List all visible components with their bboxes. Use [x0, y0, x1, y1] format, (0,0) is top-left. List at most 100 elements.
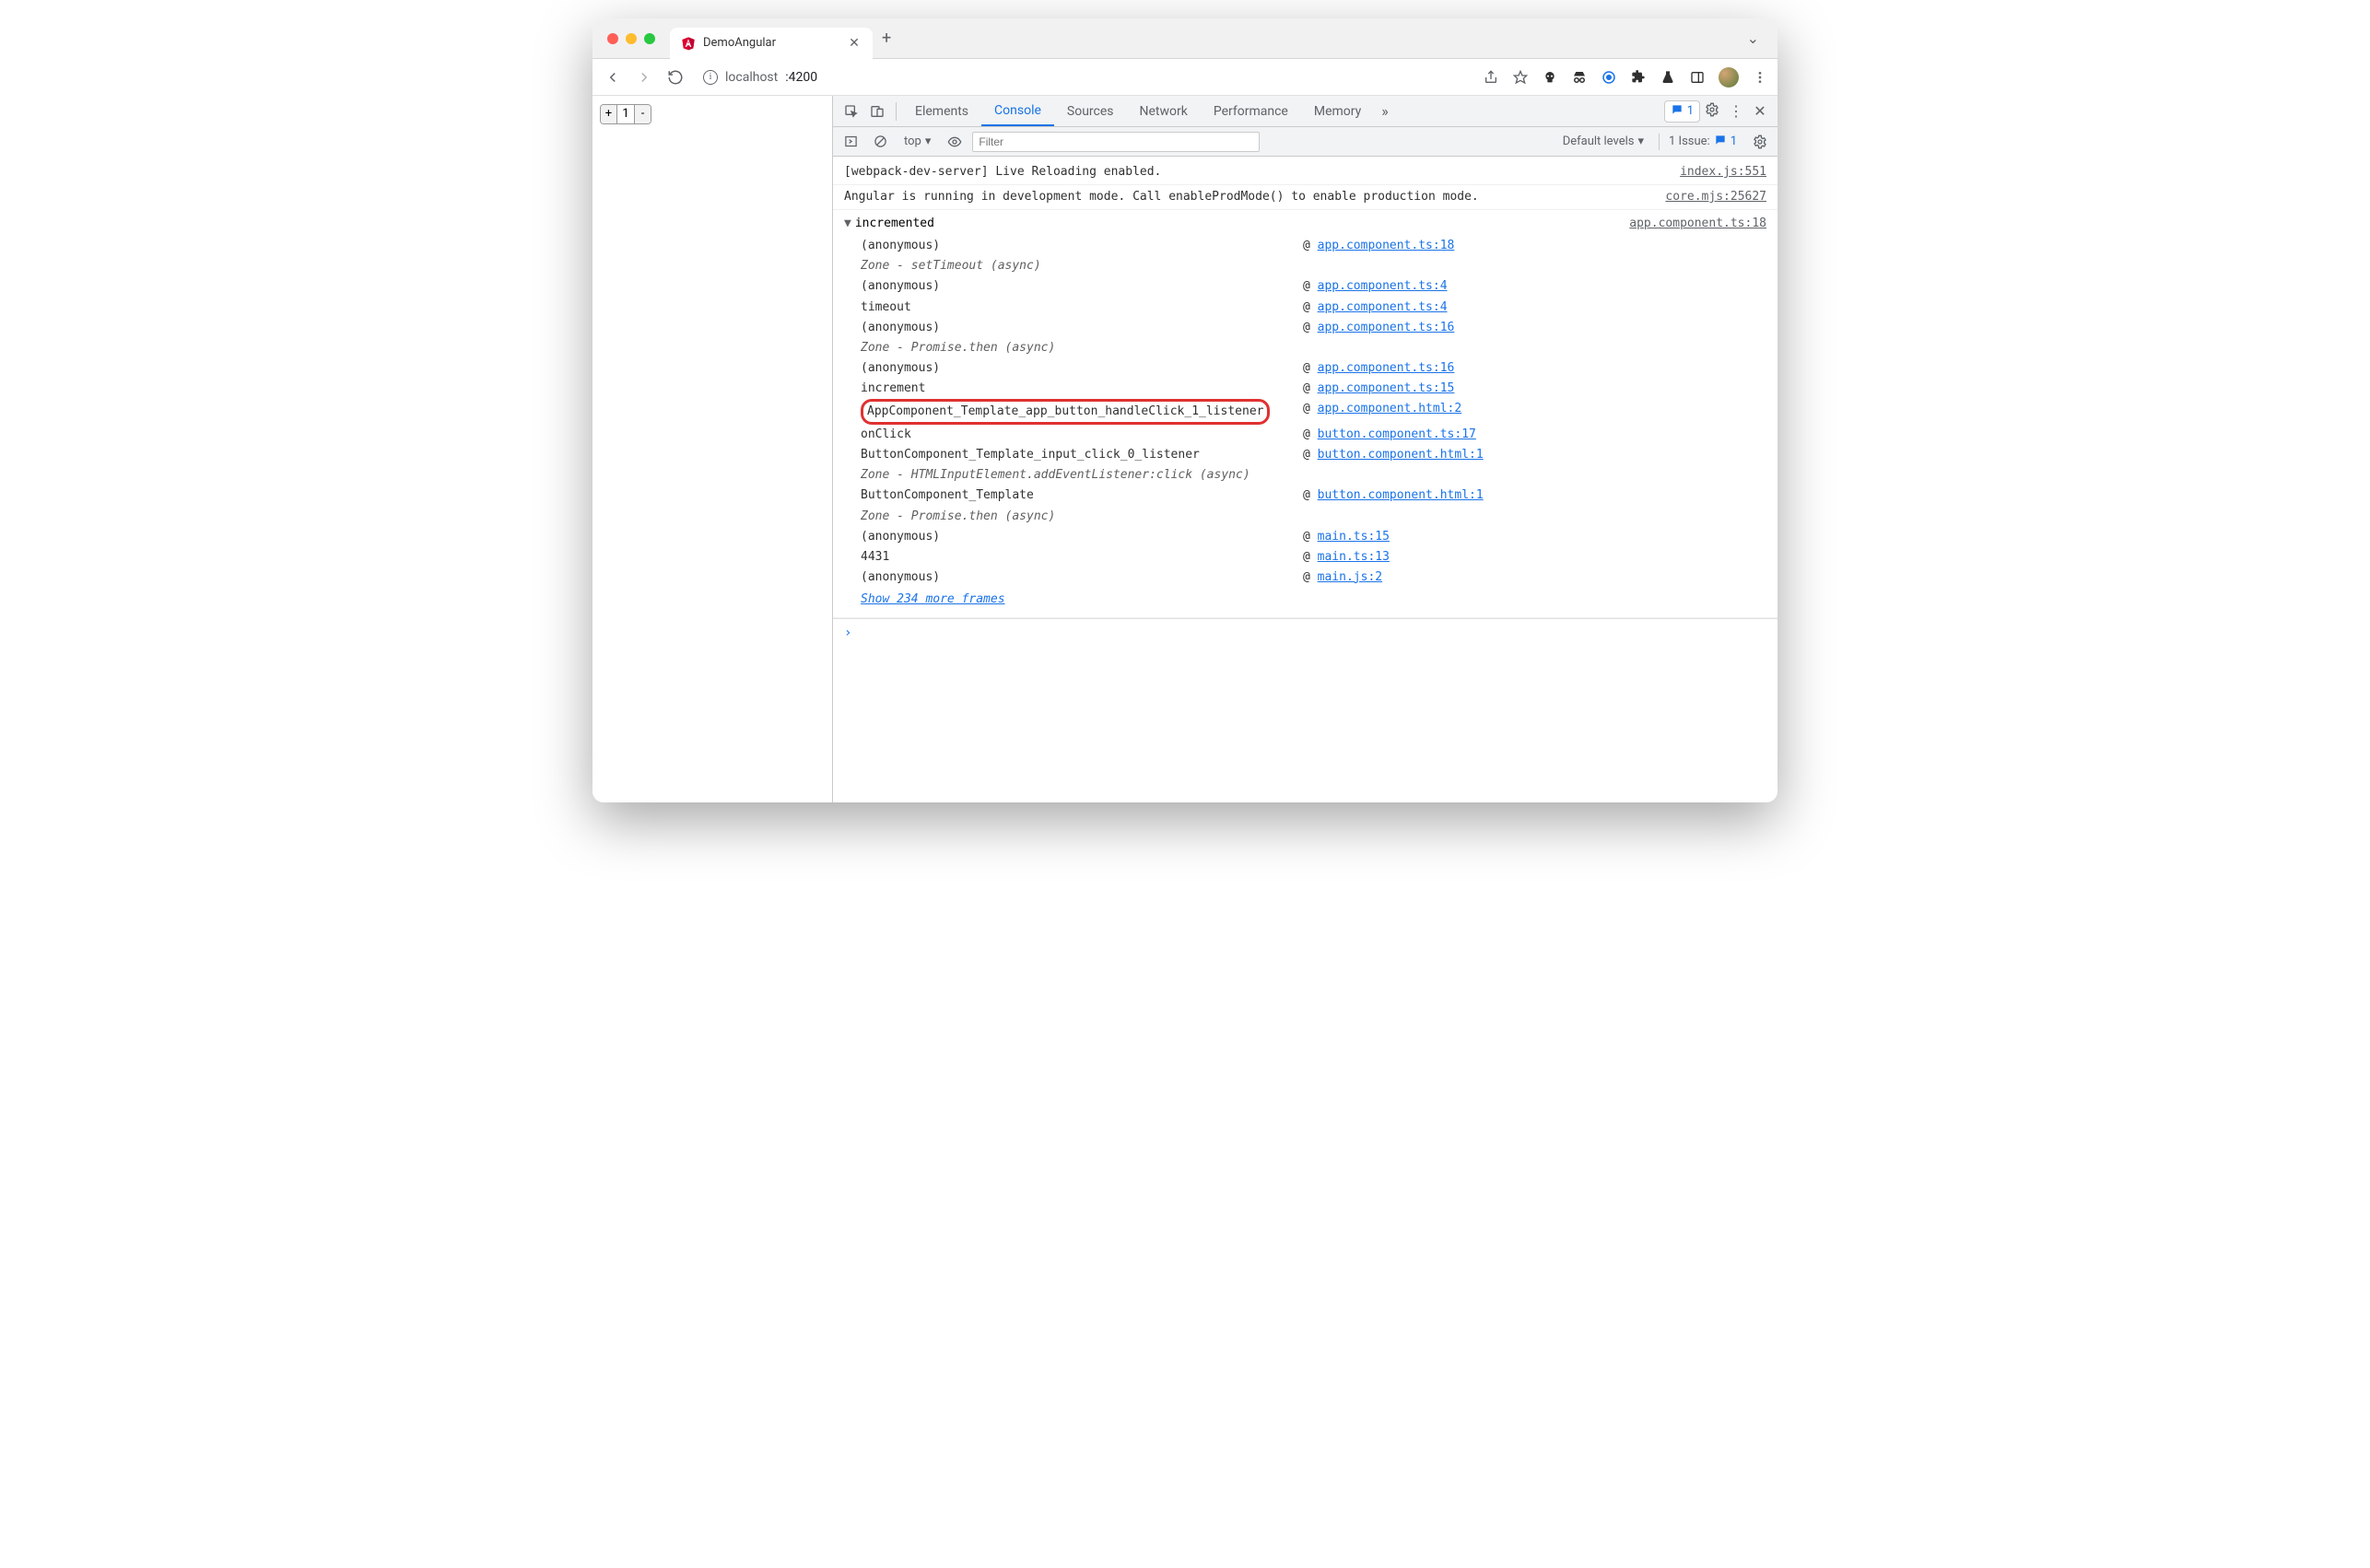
settings-button[interactable]	[1700, 102, 1724, 121]
trace-source-link[interactable]: app.component.ts:18	[1629, 214, 1766, 234]
increment-button[interactable]: +	[601, 105, 617, 123]
page-content: + 1 -	[592, 96, 832, 802]
reload-button[interactable]	[664, 66, 686, 88]
close-window-button[interactable]	[607, 33, 618, 44]
counter-widget: + 1 -	[600, 104, 651, 124]
kebab-menu-icon[interactable]	[1752, 69, 1768, 86]
skull-icon[interactable]	[1542, 69, 1558, 86]
stack-frame: (anonymous)@ main.js:2	[833, 568, 1778, 588]
live-expression-button[interactable]	[943, 130, 967, 154]
angular-icon	[681, 36, 696, 51]
devtools-kebab-button[interactable]: ⋮	[1724, 102, 1748, 120]
panel-icon[interactable]	[1689, 69, 1706, 86]
frame-source-link[interactable]: main.ts:13	[1318, 550, 1390, 564]
stack-frame: Zone - HTMLInputElement.addEventListener…	[833, 465, 1778, 486]
minimize-window-button[interactable]	[626, 33, 637, 44]
frame-location: @ app.component.ts:4	[1303, 276, 1448, 297]
tabs-more-button[interactable]: »	[1374, 102, 1396, 120]
log-source-link[interactable]: core.mjs:25627	[1665, 187, 1766, 207]
show-more-link[interactable]: Show 234 more frames	[861, 592, 1005, 606]
frame-function: ButtonComponent_Template	[861, 486, 1303, 506]
toolbar-icons	[1483, 67, 1768, 88]
issues-pill[interactable]: 1	[1664, 100, 1700, 123]
frame-function: Zone - Promise.then (async)	[861, 507, 1303, 527]
tab-performance[interactable]: Performance	[1201, 96, 1301, 126]
context-selector[interactable]: top ▾	[898, 134, 937, 149]
extensions-icon[interactable]	[1630, 69, 1647, 86]
forward-button[interactable]	[633, 66, 655, 88]
frame-function: (anonymous)	[861, 358, 1303, 379]
devtools-close-button[interactable]: ✕	[1748, 102, 1772, 120]
levels-label: Default levels	[1563, 135, 1635, 148]
log-levels-selector[interactable]: Default levels ▾	[1557, 135, 1649, 148]
tab-elements[interactable]: Elements	[902, 96, 981, 126]
tab-memory[interactable]: Memory	[1301, 96, 1374, 126]
stack-frame: increment@ app.component.ts:15	[833, 379, 1778, 399]
frame-function: 4431	[861, 547, 1303, 568]
devtools: Elements Console Sources Network Perform…	[832, 96, 1778, 802]
stack-frame: AppComponent_Template_app_button_handleC…	[833, 399, 1778, 425]
frame-location: @ main.ts:15	[1303, 527, 1390, 547]
frame-source-link[interactable]: app.component.html:2	[1318, 402, 1462, 415]
decrement-button[interactable]: -	[634, 105, 651, 123]
incognito-icon[interactable]	[1571, 69, 1588, 86]
filter-input[interactable]	[972, 132, 1259, 152]
stack-frame: (anonymous)@ app.component.ts:18	[833, 236, 1778, 256]
frame-source-link[interactable]: app.component.ts:18	[1318, 239, 1455, 252]
frame-source-link[interactable]: app.component.ts:16	[1318, 321, 1455, 334]
bookmark-star-icon[interactable]	[1512, 69, 1529, 86]
frame-source-link[interactable]: main.js:2	[1318, 570, 1382, 584]
frame-location: @ button.component.ts:17	[1303, 425, 1476, 445]
frame-function: (anonymous)	[861, 318, 1303, 338]
frame-source-link[interactable]: app.component.ts:4	[1318, 279, 1448, 293]
issues-prefix: 1 Issue:	[1669, 135, 1710, 148]
frame-source-link[interactable]: app.component.ts:4	[1318, 300, 1448, 314]
eye-target-icon[interactable]	[1601, 69, 1617, 86]
frame-location: @ button.component.html:1	[1303, 445, 1484, 465]
caret-down-icon: ▼	[844, 214, 851, 234]
site-info-icon[interactable]: i	[703, 70, 718, 85]
frame-location: @ app.component.ts:18	[1303, 236, 1454, 256]
inspect-element-button[interactable]	[839, 99, 864, 124]
frame-function: (anonymous)	[861, 236, 1303, 256]
log-message: [webpack-dev-server] Live Reloading enab…	[844, 162, 1680, 182]
share-icon[interactable]	[1483, 69, 1499, 86]
counter-value: 1	[617, 105, 634, 123]
frame-source-link[interactable]: main.ts:15	[1318, 530, 1390, 544]
tab-network[interactable]: Network	[1127, 96, 1201, 126]
close-tab-button[interactable]: ✕	[847, 36, 862, 51]
console-prompt[interactable]: ›	[833, 618, 1778, 649]
flask-icon[interactable]	[1660, 69, 1676, 86]
tab-console[interactable]: Console	[981, 96, 1054, 126]
toggle-sidebar-button[interactable]	[839, 130, 862, 154]
frame-source-link[interactable]: app.component.ts:15	[1318, 381, 1455, 395]
frame-location: @ main.ts:13	[1303, 547, 1390, 568]
issues-link[interactable]: 1 Issue: 1	[1659, 134, 1742, 150]
tab-sources[interactable]: Sources	[1054, 96, 1127, 126]
frame-source-link[interactable]: app.component.ts:16	[1318, 361, 1455, 375]
profile-avatar[interactable]	[1719, 67, 1739, 88]
frame-source-link[interactable]: button.component.html:1	[1318, 448, 1484, 462]
maximize-window-button[interactable]	[644, 33, 655, 44]
url-field[interactable]: i localhost:4200	[696, 64, 1473, 91]
console-settings-button[interactable]	[1748, 130, 1772, 154]
log-source-link[interactable]: index.js:551	[1680, 162, 1766, 182]
frame-function: (anonymous)	[861, 527, 1303, 547]
new-tab-button[interactable]: +	[882, 29, 891, 48]
frame-location: @ button.component.html:1	[1303, 486, 1484, 506]
stack-frame: (anonymous)@ app.component.ts:16	[833, 318, 1778, 338]
console-toolbar: top ▾ Default levels ▾ 1 Issue: 1	[833, 127, 1778, 157]
tab-title: DemoAngular	[703, 36, 839, 50]
frame-source-link[interactable]: button.component.ts:17	[1318, 427, 1476, 441]
titlebar: DemoAngular ✕ + ⌄	[592, 18, 1778, 59]
stack-frame: timeout@ app.component.ts:4	[833, 298, 1778, 318]
browser-tab[interactable]: DemoAngular ✕	[670, 28, 873, 59]
tabs-overflow-button[interactable]: ⌄	[1743, 26, 1763, 51]
chat-icon	[1714, 134, 1727, 150]
frame-source-link[interactable]: button.component.html:1	[1318, 488, 1484, 502]
clear-console-button[interactable]	[868, 130, 892, 154]
device-toggle-button[interactable]	[864, 99, 890, 124]
back-button[interactable]	[602, 66, 624, 88]
frame-location: @ app.component.ts:15	[1303, 379, 1454, 399]
trace-header[interactable]: ▼ incremented app.component.ts:18	[833, 212, 1778, 236]
